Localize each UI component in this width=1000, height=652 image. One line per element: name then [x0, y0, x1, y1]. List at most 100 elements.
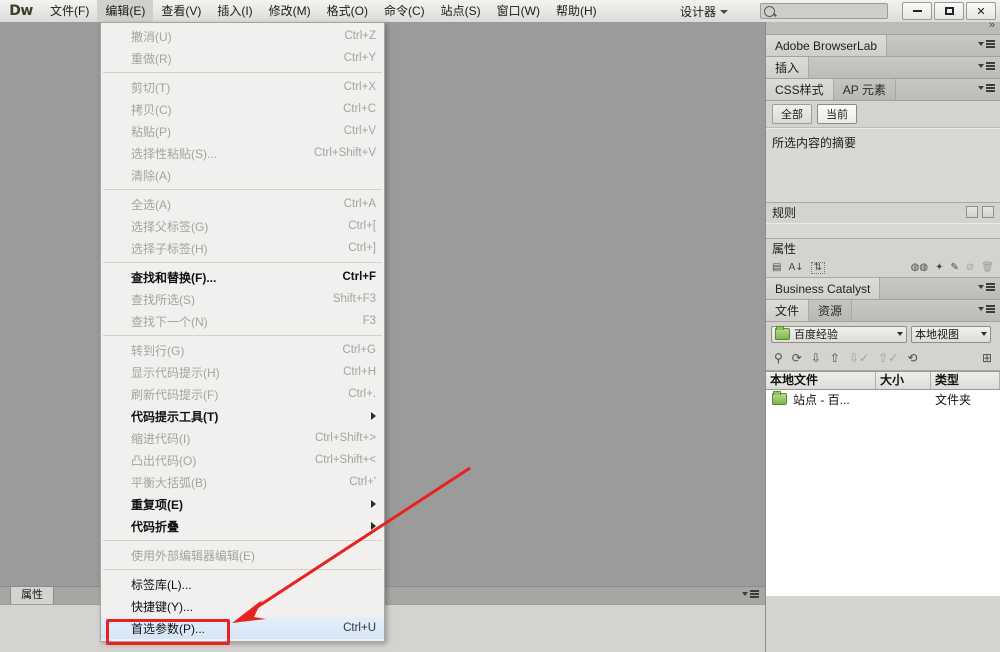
menu-4[interactable]: 修改(M) — [261, 0, 319, 22]
collapse-panels-button[interactable] — [766, 22, 1000, 35]
search-box[interactable] — [760, 3, 888, 19]
search-icon — [764, 6, 775, 17]
browserlab-panel-menu[interactable] — [978, 40, 995, 48]
put-files-icon[interactable]: ⇧ — [830, 352, 840, 364]
menu-item-6-0[interactable]: 标签库(L)... — [101, 573, 384, 595]
files-panel-menu[interactable] — [978, 305, 995, 313]
tab-business-catalyst[interactable]: Business Catalyst — [766, 278, 880, 299]
files-selectors: 百度经验 本地视图 — [766, 322, 1000, 346]
menu-item-label: 选择子标签(H) — [131, 240, 336, 257]
tab-insert[interactable]: 插入 — [766, 57, 809, 78]
menu-item-shortcut: Ctrl+Shift+V — [302, 147, 376, 159]
menu-3[interactable]: 插入(I) — [209, 0, 260, 22]
menu-item-label: 代码提示工具(T) — [131, 408, 363, 425]
tab-css-styles[interactable]: CSS样式 — [766, 79, 834, 100]
menu-bar: Dw 文件(F)编辑(E)查看(V)插入(I)修改(M)格式(O)命令(C)站点… — [0, 0, 1000, 23]
menu-item-shortcut: Ctrl+Shift+< — [303, 454, 376, 466]
attach-style-sheet-icon[interactable]: ✦ — [935, 263, 943, 273]
css-all-button[interactable]: 全部 — [772, 104, 812, 124]
file-type-cell: 文件夹 — [931, 391, 1000, 408]
menu-item-4-7[interactable]: 重复项(E) — [101, 493, 384, 515]
table-row[interactable]: 站点 - 百... 文件夹 — [766, 390, 1000, 408]
css-current-button[interactable]: 当前 — [817, 104, 857, 124]
menu-item-shortcut: Shift+F3 — [321, 293, 376, 305]
check-out-icon: ⇩✓ — [849, 352, 869, 364]
submenu-arrow-icon — [371, 522, 376, 530]
menu-7[interactable]: 站点(S) — [433, 0, 489, 22]
workspace-switcher[interactable]: 设计器 — [680, 0, 728, 22]
link-icon[interactable]: ◍◍ — [911, 263, 928, 273]
column-local-files[interactable]: 本地文件 — [766, 372, 876, 389]
css-selection-summary: 所选内容的摘要 — [766, 128, 1000, 202]
column-size[interactable]: 大小 — [876, 372, 931, 389]
menu-item-2-1: 选择父标签(G)Ctrl+[ — [101, 215, 384, 237]
menu-1[interactable]: 编辑(E) — [97, 0, 153, 22]
hamburger-icon — [986, 283, 995, 291]
search-input[interactable] — [778, 4, 886, 18]
refresh-icon[interactable]: ⟳ — [792, 352, 802, 364]
panel-css-header: CSS样式 AP 元素 — [766, 79, 1000, 101]
menu-item-label: 显示代码提示(H) — [131, 364, 331, 381]
menu-2[interactable]: 查看(V) — [153, 0, 209, 22]
site-select-value: 百度经验 — [794, 326, 893, 342]
insert-panel-menu[interactable] — [978, 62, 995, 70]
minimize-button[interactable] — [902, 2, 932, 20]
css-rules-list[interactable] — [766, 223, 1000, 238]
workspace-label: 设计器 — [680, 3, 716, 20]
menu-item-3-0[interactable]: 查找和替换(F)...Ctrl+F — [101, 266, 384, 288]
menu-item-4-8[interactable]: 代码折叠 — [101, 515, 384, 537]
files-list[interactable]: 本地文件 大小 类型 站点 - 百... 文件夹 — [766, 371, 1000, 596]
css-properties-text: 属性 — [772, 242, 796, 256]
synchronize-icon[interactable]: ⟲ — [907, 352, 917, 364]
properties-panel-menu[interactable] — [742, 590, 759, 598]
menu-item-4-2: 刷新代码提示(F)Ctrl+. — [101, 383, 384, 405]
business-catalyst-panel-menu[interactable] — [978, 283, 995, 291]
maximize-button[interactable] — [934, 2, 964, 20]
menu-8[interactable]: 窗口(W) — [489, 0, 548, 22]
menu-item-label: 剪切(T) — [131, 79, 332, 96]
hamburger-icon — [986, 305, 995, 313]
menu-5[interactable]: 格式(O) — [319, 0, 376, 22]
edit-menu-dropdown[interactable]: 撤消(U)Ctrl+Z重做(R)Ctrl+Y剪切(T)Ctrl+X拷贝(C)Ct… — [100, 22, 385, 642]
menu-item-label: 凸出代码(O) — [131, 452, 303, 469]
css-rules-actions[interactable] — [966, 206, 994, 218]
column-type[interactable]: 类型 — [931, 372, 1000, 389]
menu-separator — [103, 569, 382, 570]
chevron-down-icon — [981, 332, 987, 336]
menu-item-2-2: 选择子标签(H)Ctrl+] — [101, 237, 384, 259]
pencil-icon[interactable] — [966, 206, 978, 218]
sort-az-icon[interactable]: A↓ — [788, 263, 803, 273]
get-files-icon[interactable]: ⇩ — [811, 352, 821, 364]
css-panel-menu[interactable] — [978, 84, 995, 92]
menu-0[interactable]: 文件(F) — [42, 0, 97, 22]
panel-insert-header: 插入 — [766, 57, 1000, 79]
menu-6[interactable]: 命令(C) — [376, 0, 433, 22]
site-select[interactable]: 百度经验 — [771, 326, 907, 343]
tab-properties[interactable]: 属性 — [10, 586, 54, 604]
menu-item-shortcut: Ctrl+X — [332, 81, 376, 93]
menu-item-shortcut: Ctrl+[ — [336, 220, 376, 232]
connect-to-remote-icon[interactable]: ⚲ — [774, 352, 783, 364]
window-controls: ✕ — [902, 2, 996, 20]
tab-files[interactable]: 文件 — [766, 300, 809, 321]
menu-item-label: 清除(A) — [131, 167, 376, 184]
file-name-text: 站点 - 百... — [793, 391, 850, 408]
category-view-icon[interactable]: ▤ — [772, 263, 781, 273]
set-properties-icon[interactable]: ⇅ — [811, 262, 825, 274]
menu-9[interactable]: 帮助(H) — [548, 0, 605, 22]
close-button[interactable]: ✕ — [966, 2, 996, 20]
tab-adobe-browserlab[interactable]: Adobe BrowserLab — [766, 35, 887, 56]
view-select[interactable]: 本地视图 — [911, 326, 991, 343]
menu-item-6-1[interactable]: 快捷键(Y)... — [101, 595, 384, 617]
chevron-down-icon — [978, 42, 984, 46]
menu-item-shortcut: Ctrl+C — [331, 103, 376, 115]
expand-files-panel-icon[interactable]: ⊞ — [982, 352, 992, 364]
menu-item-label: 快捷键(Y)... — [131, 598, 376, 615]
edit-rule-icon[interactable]: ✎ — [951, 263, 959, 273]
menu-item-4-3[interactable]: 代码提示工具(T) — [101, 405, 384, 427]
folder-icon — [775, 328, 790, 340]
tab-assets[interactable]: 资源 — [809, 300, 852, 321]
menu-item-0-1: 重做(R)Ctrl+Y — [101, 47, 384, 69]
new-rule-icon[interactable] — [982, 206, 994, 218]
tab-ap-elements[interactable]: AP 元素 — [834, 79, 896, 100]
